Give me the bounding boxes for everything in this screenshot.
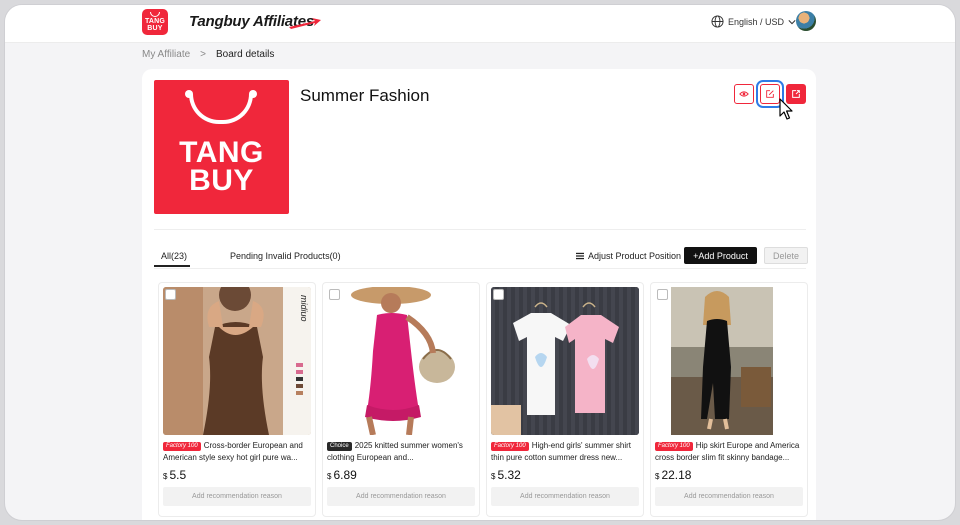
divider (154, 229, 806, 230)
product-tag: Factory 100 (655, 442, 693, 451)
brand-swoosh-icon (289, 18, 321, 29)
price-value: 22.18 (661, 468, 692, 482)
currency-symbol: $ (327, 472, 332, 481)
tab-active-indicator (154, 265, 190, 267)
product-image[interactable]: midiuo (163, 287, 311, 435)
board-detail-card: TANG BUY Summer Fashion All(23) Pending … (142, 69, 816, 520)
product-title[interactable]: Factory 100 Cross-border European and Ame… (163, 440, 311, 464)
product-price: $22.18 (655, 468, 691, 482)
add-reason-button[interactable]: Add recommendation reason (655, 487, 803, 506)
edit-button[interactable] (756, 80, 784, 108)
breadcrumb-parent[interactable]: My Affiliate (142, 49, 190, 60)
tabs-divider (154, 268, 806, 269)
adjust-label: Adjust Product Position (588, 251, 682, 261)
list-icon (576, 252, 584, 260)
board-cover-image: TANG BUY (154, 80, 289, 214)
cover-text-1: TANG (179, 136, 264, 169)
product-price: $6.89 (327, 468, 357, 482)
logo-text-2: BUY (147, 25, 163, 32)
product-title[interactable]: Factory 100 High-end girls' summer shirt … (491, 440, 639, 464)
product-card[interactable]: Factory 100 High-end girls' summer shirt … (486, 282, 644, 517)
mouse-cursor-icon (779, 98, 793, 120)
price-value: 5.32 (497, 468, 521, 482)
add-reason-button[interactable]: Add recommendation reason (491, 487, 639, 506)
tab-pending-invalid[interactable]: Pending Invalid Products(0) (230, 251, 341, 261)
product-checkbox[interactable] (329, 289, 340, 300)
delete-button[interactable]: Delete (764, 247, 808, 264)
user-avatar[interactable] (796, 11, 816, 31)
product-tag: Factory 100 (163, 442, 201, 451)
product-checkbox[interactable] (165, 289, 176, 300)
breadcrumb-current: Board details (216, 49, 275, 60)
add-product-button[interactable]: +Add Product (684, 247, 757, 264)
currency-symbol: $ (655, 472, 660, 481)
breadcrumb-separator: > (200, 49, 207, 60)
language-label: English / USD (728, 16, 785, 27)
eye-icon (739, 91, 749, 97)
chevron-down-icon (788, 19, 796, 24)
product-image[interactable] (327, 287, 475, 435)
breadcrumb: My Affiliate > Board details (142, 49, 274, 60)
edit-icon (766, 90, 774, 98)
board-title: Summer Fashion (300, 86, 430, 105)
price-value: 6.89 (333, 468, 357, 482)
price-value: 5.5 (169, 468, 187, 482)
tangbuy-logo[interactable]: TANG BUY (142, 9, 168, 35)
product-tag: Factory 100 (491, 442, 529, 451)
add-reason-button[interactable]: Add recommendation reason (163, 487, 311, 506)
preview-button[interactable] (734, 84, 754, 104)
product-price: $5.32 (491, 468, 521, 482)
product-price: $5.5 (163, 468, 186, 482)
currency-symbol: $ (163, 472, 168, 481)
product-image[interactable] (491, 287, 639, 435)
product-checkbox[interactable] (493, 289, 504, 300)
add-reason-button[interactable]: Add recommendation reason (327, 487, 475, 506)
product-title[interactable]: Factory 100 Hip skirt Europe and America … (655, 440, 803, 464)
product-card[interactable]: Choice 2025 knitted summer women's clothi… (322, 282, 480, 517)
product-image[interactable] (655, 287, 803, 435)
app-window: TANG BUY Tangbuy Affiliates English / US… (4, 4, 956, 521)
product-card[interactable]: midiuo Factory 100 Cross-border European … (158, 282, 316, 517)
top-bar: TANG BUY Tangbuy Affiliates English / US… (5, 5, 955, 43)
cover-text-2: BUY (189, 164, 254, 197)
logo-text-1: TANG (144, 18, 166, 25)
product-card[interactable]: Factory 100 Hip skirt Europe and America … (650, 282, 808, 517)
product-title[interactable]: Choice 2025 knitted summer women's clothi… (327, 440, 475, 464)
language-currency-selector[interactable]: English / USD (711, 15, 796, 28)
globe-icon (711, 15, 724, 28)
product-image-side-text: midiuo (299, 295, 309, 322)
product-tag: Choice (327, 442, 352, 451)
currency-symbol: $ (491, 472, 496, 481)
product-checkbox[interactable] (657, 289, 668, 300)
adjust-position-button[interactable]: Adjust Product Position (576, 251, 681, 261)
tab-all[interactable]: All(23) (161, 251, 187, 261)
